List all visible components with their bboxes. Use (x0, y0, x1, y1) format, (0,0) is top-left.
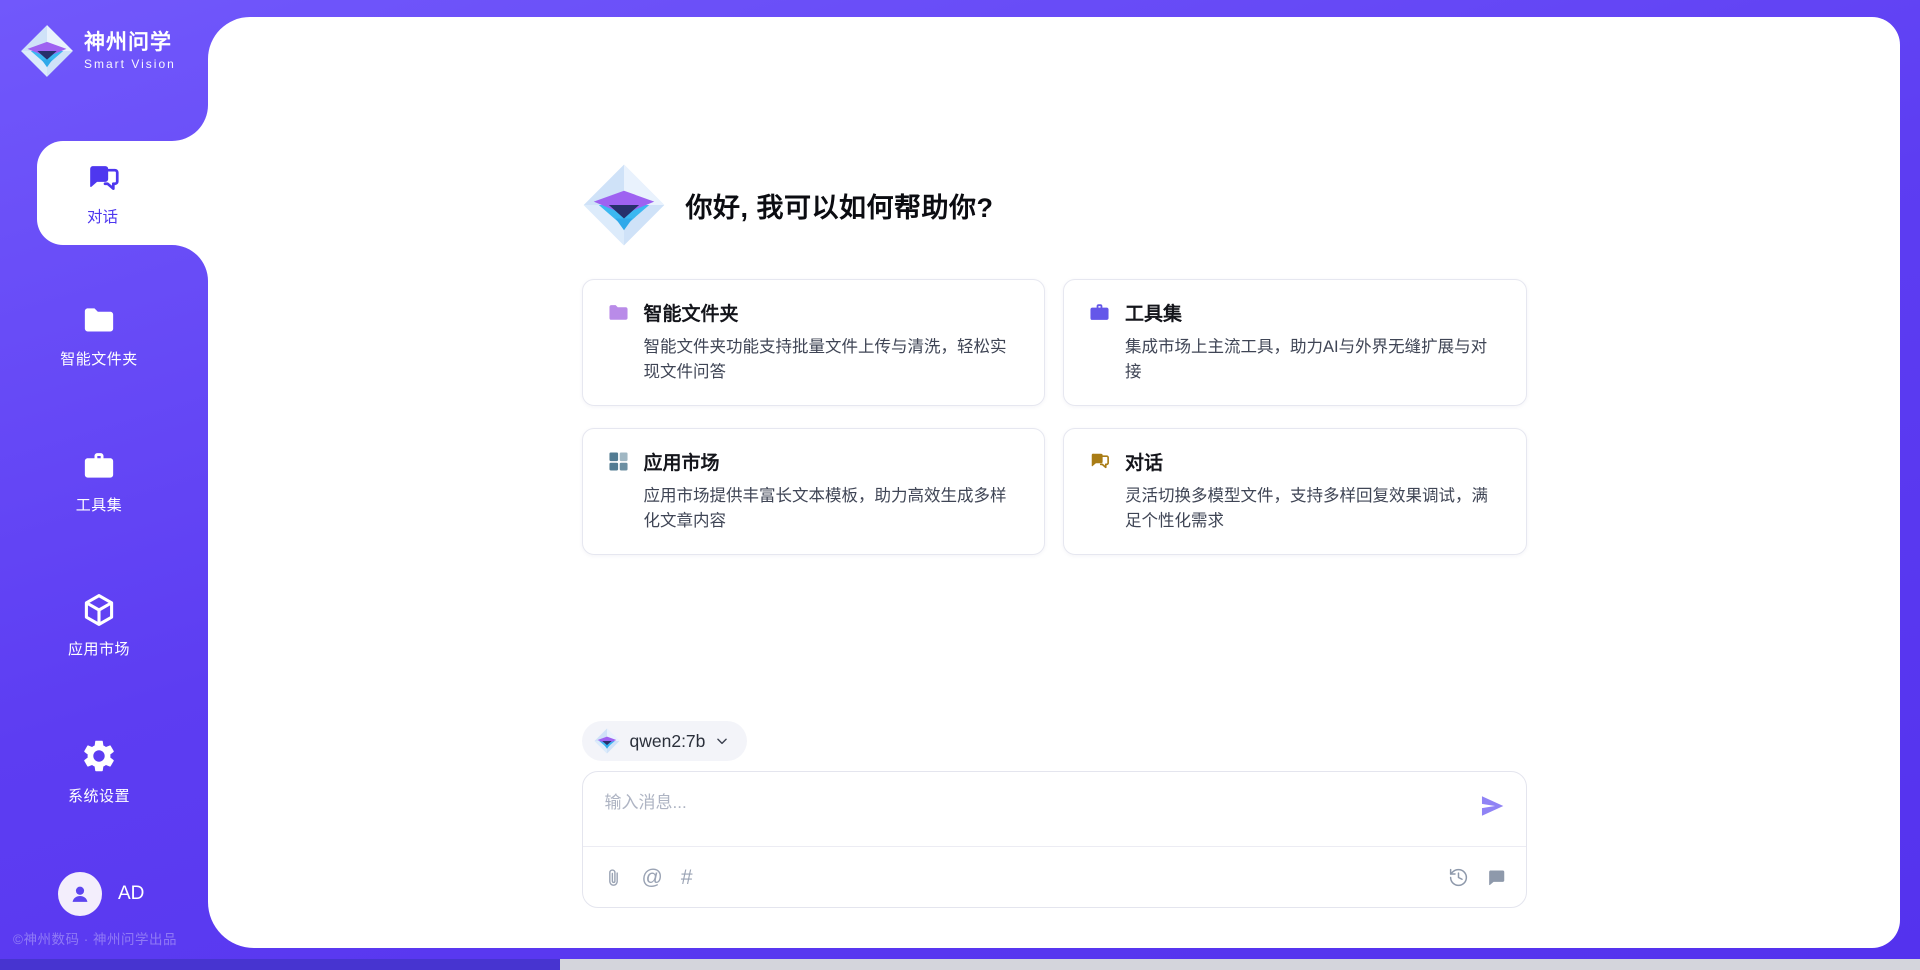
sidebar-item-label: 对话 (87, 205, 118, 227)
sidebar-item-app-market[interactable]: 应用市场 (0, 592, 198, 659)
model-logo-icon (594, 728, 620, 754)
sidebar-item-label: 系统设置 (68, 785, 130, 806)
send-icon (1478, 792, 1506, 820)
sidebar-item-settings[interactable]: 系统设置 (0, 737, 198, 806)
folder-icon (607, 301, 630, 324)
card-description: 灵活切换多模型文件，支持多样回复效果调试，满足个性化需求 (1125, 484, 1502, 534)
brand: 神州问学 Smart Vision (20, 24, 176, 78)
sidebar-item-smart-folder[interactable]: 智能文件夹 (0, 302, 198, 369)
footer-copyright: ©神州数码 · 神州问学出品 (13, 928, 177, 948)
sidebar-item-label: 工具集 (76, 494, 123, 515)
card-toolset[interactable]: 工具集 集成市场上主流工具，助力AI与外界无缝扩展与对接 (1063, 279, 1527, 406)
main-panel: 你好, 我可以如何帮助你? 智能文件夹 智能文件夹功能支持批量文件上传与清洗，轻… (208, 17, 1900, 948)
tab-curve-bottom (172, 245, 208, 281)
card-title: 对话 (1125, 448, 1163, 475)
sidebar-item-chat[interactable]: 对话 (37, 141, 208, 245)
card-smart-folder[interactable]: 智能文件夹 智能文件夹功能支持批量文件上传与清洗，轻松实现文件问答 (582, 279, 1046, 406)
card-chat[interactable]: 对话 灵活切换多模型文件，支持多样回复效果调试，满足个性化需求 (1063, 428, 1527, 555)
folder-icon (81, 302, 117, 338)
briefcase-icon (1088, 301, 1111, 324)
comment-icon (1485, 867, 1506, 888)
briefcase-icon (81, 448, 117, 484)
card-description: 应用市场提供丰富长文本模板，助力高效生成多样化文章内容 (644, 484, 1021, 534)
chat-bubbles-icon (1088, 450, 1111, 473)
card-description: 智能文件夹功能支持批量文件上传与清洗，轻松实现文件问答 (644, 335, 1021, 385)
sidebar-item-label: 应用市场 (68, 638, 130, 659)
apps-grid-icon (607, 450, 630, 473)
card-app-market[interactable]: 应用市场 应用市场提供丰富长文本模板，助力高效生成多样化文章内容 (582, 428, 1046, 555)
history-icon (1448, 867, 1469, 888)
message-input[interactable] (603, 786, 1456, 832)
attach-button[interactable] (603, 867, 624, 888)
paperclip-icon (603, 867, 624, 888)
card-description: 集成市场上主流工具，助力AI与外界无缝扩展与对接 (1125, 335, 1502, 385)
brand-name: 神州问学 (84, 31, 176, 55)
person-icon (67, 881, 93, 907)
gear-icon (80, 737, 118, 775)
assistant-logo-icon (582, 163, 666, 247)
sidebar-item-label: 智能文件夹 (60, 348, 138, 369)
hashtag-icon: # (681, 867, 693, 888)
card-title: 应用市场 (644, 448, 720, 475)
hashtag-button[interactable]: # (681, 867, 693, 888)
scrollbar-thumb[interactable] (0, 959, 560, 970)
horizontal-scrollbar[interactable] (0, 959, 1920, 970)
feature-cards: 智能文件夹 智能文件夹功能支持批量文件上传与清洗，轻松实现文件问答 工具集 集成… (582, 279, 1527, 555)
chat-bubbles-icon (84, 160, 122, 198)
history-button[interactable] (1448, 867, 1469, 888)
send-button[interactable] (1478, 792, 1506, 820)
tab-curve-top (172, 105, 208, 141)
mention-icon: @ (642, 867, 663, 888)
mention-button[interactable]: @ (642, 867, 663, 888)
avatar (58, 872, 102, 916)
app-window: 神州问学 Smart Vision 对话 智能文件夹 工具集 应用市场 系统设置 (0, 0, 1920, 970)
card-title: 工具集 (1125, 299, 1182, 326)
composer-toolbar: @ # (583, 847, 1526, 907)
composer: @ # (582, 771, 1527, 908)
user-profile[interactable]: AD (58, 872, 144, 916)
user-initials: AD (118, 883, 144, 905)
brand-logo-icon (20, 24, 74, 78)
chevron-down-icon (715, 734, 729, 748)
sidebar: 神州问学 Smart Vision 对话 智能文件夹 工具集 应用市场 系统设置 (0, 0, 208, 970)
model-name: qwen2:7b (630, 731, 706, 752)
conversations-button[interactable] (1485, 867, 1506, 888)
greeting: 你好, 我可以如何帮助你? (582, 17, 1527, 247)
model-selector[interactable]: qwen2:7b (582, 721, 748, 761)
cube-icon (81, 592, 117, 628)
greeting-text: 你好, 我可以如何帮助你? (686, 186, 994, 225)
brand-subtitle: Smart Vision (84, 57, 176, 71)
card-title: 智能文件夹 (644, 299, 739, 326)
sidebar-item-toolset[interactable]: 工具集 (0, 448, 198, 515)
